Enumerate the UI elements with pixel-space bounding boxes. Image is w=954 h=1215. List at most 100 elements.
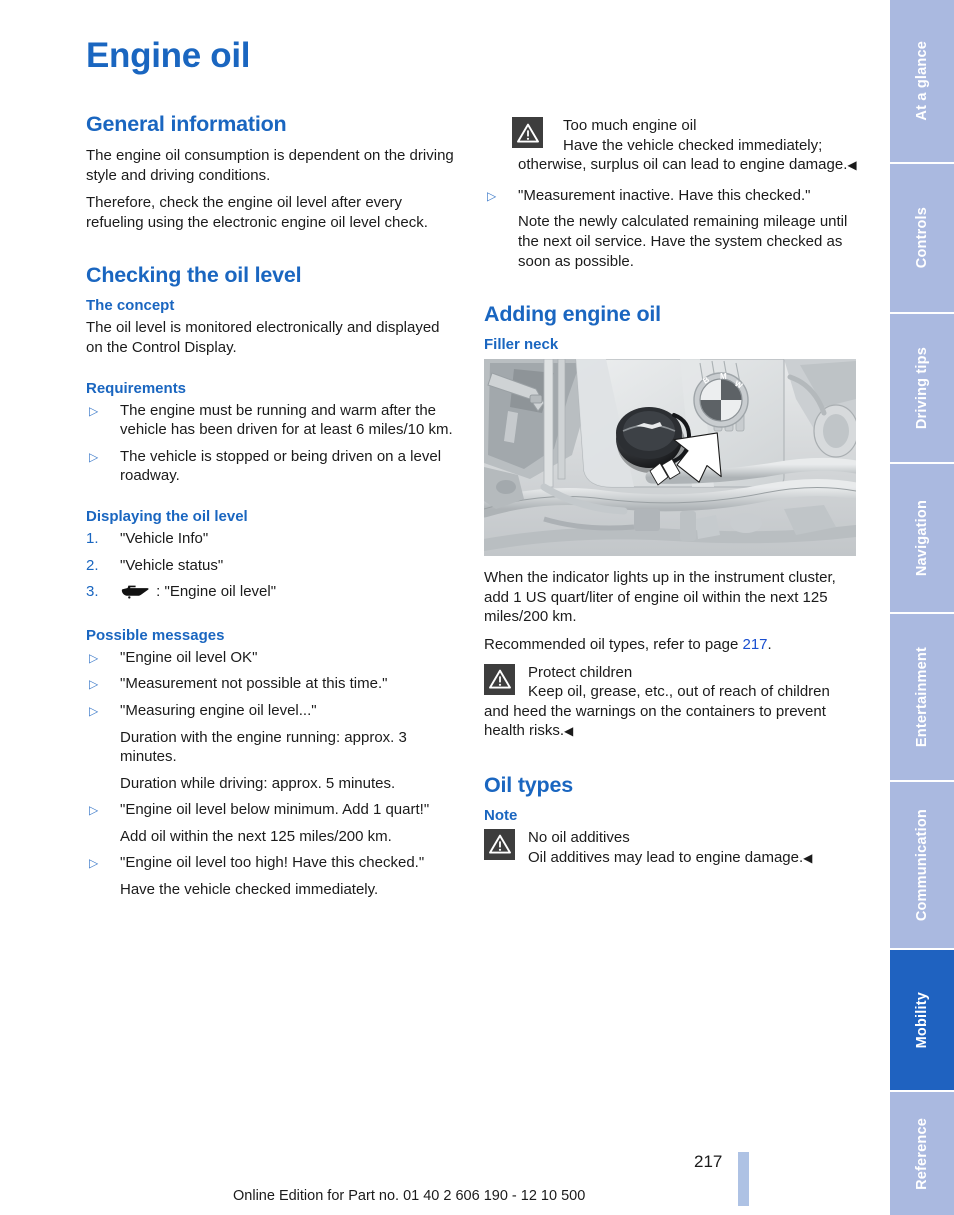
side-tab-label: At a glance [914,41,930,121]
section-heading-oil-types: Oil types [484,772,574,797]
warning-title: Protect children [528,663,633,681]
message-note: Add oil within the next 125 miles/200 km… [120,827,392,845]
warning-triangle-icon [512,117,543,148]
triangle-bullet-icon: ▷ [89,703,99,718]
section-heading-adding-engine-oil: Adding engine oil [484,302,661,327]
side-tab-mobility[interactable]: Mobility [890,950,954,1090]
manual-page: Engine oil General information The engin… [0,0,954,1215]
warning-end-mark: ◀ [564,724,574,739]
list-item-text: "Engine oil level below minimum. Add 1 q… [120,801,430,819]
side-tab-label: Driving tips [914,346,930,430]
side-tab-communication[interactable]: Communication [890,782,954,948]
left-column: General information The engine oil consu… [86,112,460,907]
warning-title: No oil additives [528,828,630,846]
side-tab-label: Reference [914,1117,930,1190]
list-item-text: "Measuring engine oil level..." [120,701,317,719]
message-note: Have the vehicle checked immediately. [120,881,379,899]
side-tab-label: Communication [914,808,930,922]
warning-body: Oil additives may lead to engine damage.… [484,848,858,869]
warning-end-mark: ◀ [847,158,857,173]
bmw-roundel-icon: B M W [693,372,749,428]
warning-end-mark: ◀ [803,850,813,865]
warning-protect-children: Protect children Keep oil, grease, etc.,… [484,663,858,742]
list-item: ▷ "Measurement not possible at this time… [86,674,460,694]
message-note: Note the newly calculated remaining mile… [518,213,848,270]
list-item-text: "Engine oil level too high! Have this ch… [120,854,425,872]
list-item-text: "Measurement not possible at this time." [120,675,388,693]
list-item: ▷ "Measurement inactive. Have this check… [484,186,858,206]
warning-triangle-icon [484,828,515,860]
list-item: 3. : "Engine oil level" [86,582,460,605]
side-tab-navigation[interactable]: Navigation [890,464,954,612]
engine-bay-filler-cap-figure: B M W [484,359,856,557]
oil-can-icon [120,584,150,605]
warning-body-text: Keep oil, grease, etc., out of reach of … [484,683,830,740]
subheading-requirements: Requirements [86,379,187,397]
side-tab-entertainment[interactable]: Entertainment [890,614,954,780]
page-title: Engine oil [86,36,251,75]
side-tab-label: Entertainment [914,646,930,748]
subheading-displaying-the-oil-level: Displaying the oil level [86,507,248,525]
xref-label: Recommended oil types, refer to page [484,635,743,653]
triangle-bullet-icon: ▷ [89,803,99,818]
message-note: Duration while driving: approx. 5 minute… [120,774,396,792]
possible-messages-list: ▷ "Engine oil level OK" ▷ "Measurement n… [86,648,460,721]
xref-suffix: . [767,635,772,653]
side-tab-label: Controls [914,207,930,269]
triangle-bullet-icon: ▷ [89,650,99,665]
side-tab-controls[interactable]: Controls [890,164,954,312]
list-item-text: "Vehicle Info" [120,529,209,547]
warning-body: Have the vehicle checked immediately; ot… [518,136,858,176]
adding-paragraph-1: When the indicator lights up in the inst… [484,569,836,626]
general-paragraph-1: The engine oil consumption is dependent … [86,147,454,184]
side-navigation-tabs: At a glance Controls Driving tips Naviga… [890,0,954,1215]
section-heading-checking-the-oil-level: Checking the oil level [86,263,302,288]
right-column: Too much engine oil Have the vehicle che… [484,112,858,878]
displaying-steps-list: 1. "Vehicle Info" 2. "Vehicle status" 3.… [86,529,460,605]
list-item-text: The vehicle is stopped or being driven o… [120,447,442,485]
side-tab-at-a-glance[interactable]: At a glance [890,0,954,162]
triangle-bullet-icon: ▷ [89,677,99,692]
general-paragraph-2: Therefore, check the engine oil level af… [86,194,428,231]
list-item: ▷ "Engine oil level OK" [86,648,460,668]
list-item: ▷ "Engine oil level too high! Have this … [86,853,460,873]
warning-title: Too much engine oil [563,117,697,134]
requirements-list: ▷ The engine must be running and warm af… [86,401,460,486]
step-number: 2. [86,556,99,574]
warning-text: Protect children Keep oil, grease, etc.,… [484,663,858,742]
list-item: ▷ "Measuring engine oil level..." [86,701,460,721]
page-number: 217 [694,1152,723,1171]
section-heading-general-information: General information [86,112,287,136]
side-tab-reference[interactable]: Reference [890,1092,954,1215]
triangle-bullet-icon: ▷ [89,403,99,418]
warning-body: Keep oil, grease, etc., out of reach of … [484,682,858,742]
list-item: 2. "Vehicle status" [86,556,460,576]
subheading-the-concept: The concept [86,297,175,315]
warning-body-text: Oil additives may lead to engine damage. [528,848,804,866]
side-tab-label: Mobility [914,991,930,1049]
side-tab-label: Navigation [914,499,930,577]
svg-text:M: M [720,372,727,381]
page-number-bar [738,1152,749,1206]
list-item-text: "Engine oil level OK" [120,648,258,666]
warning-too-much-engine-oil: Too much engine oil Have the vehicle che… [484,116,858,176]
list-item-text: The engine must be running and warm afte… [120,401,453,439]
page-cross-reference-link[interactable]: 217 [742,636,767,653]
possible-messages-list-continued-2: ▷ "Engine oil level too high! Have this … [86,853,460,873]
list-item-text: : "Engine oil level" [156,583,277,601]
warning-triangle-icon [484,663,515,695]
list-item: ▷ The vehicle is stopped or being driven… [86,447,460,486]
list-item-text: "Measurement inactive. Have this checked… [518,186,811,204]
triangle-bullet-icon: ▷ [487,188,497,203]
list-item: ▷ The engine must be running and warm af… [86,401,460,440]
side-tab-driving-tips[interactable]: Driving tips [890,314,954,462]
triangle-bullet-icon: ▷ [89,856,99,871]
list-item-text: "Vehicle status" [120,556,224,574]
warning-body-text: Have the vehicle checked immediately; ot… [518,136,848,174]
message-inactive-list: ▷ "Measurement inactive. Have this check… [484,186,858,206]
subheading-note: Note [484,806,518,824]
subheading-possible-messages: Possible messages [86,626,225,644]
list-item: 1. "Vehicle Info" [86,529,460,549]
message-note: Duration with the engine running: approx… [120,728,407,766]
warning-text: No oil additives Oil additives may lead … [484,828,858,868]
